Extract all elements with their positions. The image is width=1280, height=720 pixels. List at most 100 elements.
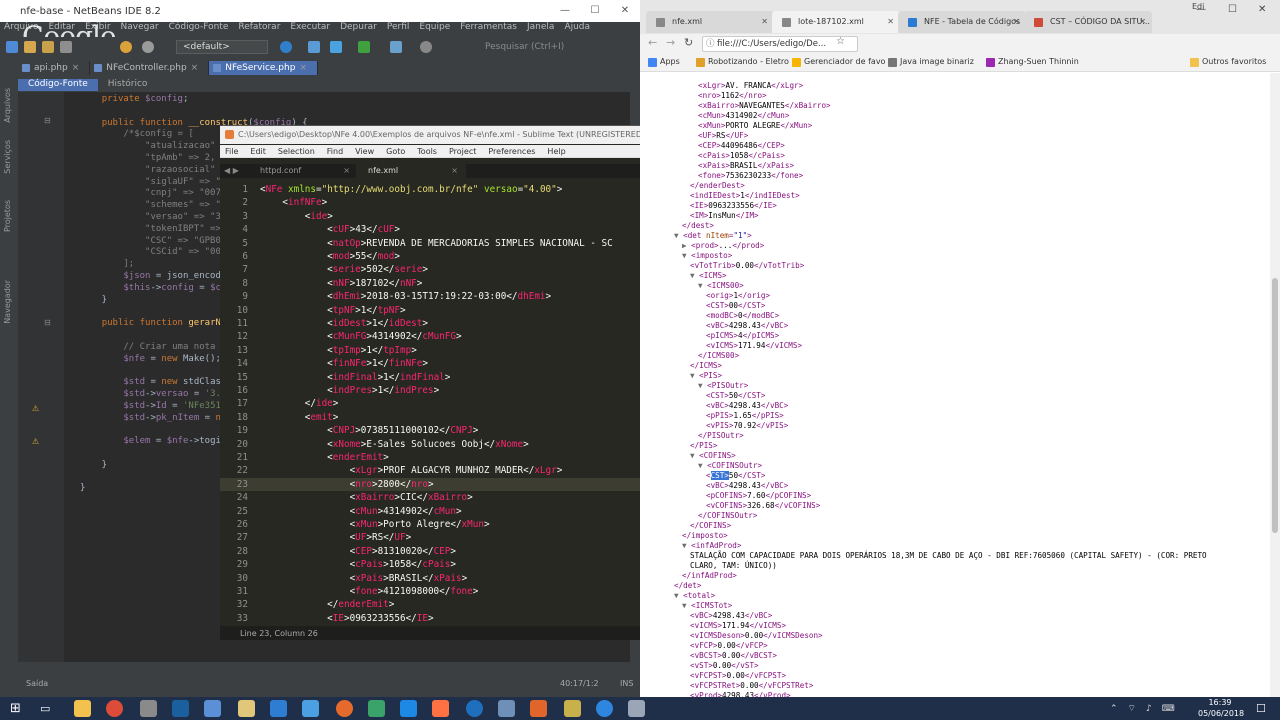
address-bar[interactable]: ⓘ file:///C:/Users/edigo/De... bbox=[702, 36, 858, 52]
firefox-icon[interactable] bbox=[336, 700, 353, 717]
menu-item[interactable]: Ferramentas bbox=[460, 22, 517, 36]
chrome-icon[interactable] bbox=[106, 700, 123, 717]
close-tab-icon[interactable]: ✕ bbox=[887, 11, 894, 33]
sublime-icon[interactable] bbox=[530, 700, 547, 717]
app-icon[interactable] bbox=[400, 700, 417, 717]
bookmark-item[interactable]: Apps bbox=[648, 57, 680, 67]
side-panel-tab[interactable]: Projetos bbox=[3, 200, 15, 232]
expand-triangle-icon[interactable]: ▶ bbox=[682, 241, 691, 250]
save-all-icon[interactable] bbox=[60, 41, 72, 53]
xml-line[interactable]: ▼ <PISOutr> bbox=[698, 381, 748, 391]
chrome-tab[interactable]: CST – CÓDIGO DA SITU... ✕ bbox=[1024, 11, 1152, 33]
start-icon[interactable]: ⊞ bbox=[10, 700, 27, 717]
scroll-thumb[interactable] bbox=[1272, 278, 1278, 533]
close-tab-icon[interactable]: × bbox=[299, 63, 307, 73]
xml-line[interactable]: ▼ <COFINSOutr> bbox=[698, 461, 762, 471]
xml-line[interactable]: ▼ <det nItem="1"> bbox=[674, 231, 752, 241]
collapse-triangle-icon[interactable]: ▼ bbox=[674, 231, 683, 240]
app-icon[interactable] bbox=[140, 700, 157, 717]
page-scrollbar[interactable] bbox=[1270, 73, 1280, 697]
browser-icon[interactable] bbox=[280, 41, 292, 53]
sublime-code-editor[interactable]: 1 <NFe xmlns="http://www.oobj.com.br/nfe"… bbox=[220, 183, 640, 625]
taskbar-clock[interactable]: 16:39 05/06/2018 bbox=[1198, 697, 1244, 720]
menu-item[interactable]: Tools bbox=[417, 145, 437, 157]
build-icon[interactable] bbox=[308, 41, 320, 53]
xml-line[interactable]: ▶ <prod>...</prod> bbox=[682, 241, 764, 251]
app-icon[interactable] bbox=[302, 700, 319, 717]
minimize-icon[interactable]: — bbox=[1196, 4, 1206, 15]
run-icon[interactable] bbox=[358, 41, 370, 53]
close-tab-icon[interactable]: × bbox=[451, 164, 458, 178]
xml-line[interactable]: ▼ <imposto> bbox=[682, 251, 732, 261]
star-icon[interactable]: ☆ bbox=[836, 36, 845, 47]
fold-minus-icon[interactable]: ⊟ bbox=[44, 318, 51, 327]
side-panel-tab[interactable]: Navegador bbox=[3, 280, 15, 324]
editor-subtab[interactable]: Código-Fonte bbox=[18, 79, 98, 91]
close-tab-icon[interactable]: × bbox=[343, 164, 350, 178]
menu-item[interactable]: Refatorar bbox=[238, 22, 280, 36]
back-icon[interactable]: ← bbox=[648, 36, 657, 49]
collapse-triangle-icon[interactable]: ▼ bbox=[690, 451, 699, 460]
app-icon[interactable] bbox=[238, 700, 255, 717]
menu-item[interactable]: Equipe bbox=[419, 22, 450, 36]
close-tab-icon[interactable]: ✕ bbox=[761, 11, 768, 33]
menu-item[interactable]: Help bbox=[547, 145, 565, 157]
xml-line[interactable]: ▼ <ICMS00> bbox=[698, 281, 744, 291]
tab-nav-arrows-icon[interactable]: ◀ ▶ bbox=[224, 164, 239, 178]
sublime-tab[interactable]: httpd.conf × bbox=[248, 164, 358, 178]
xml-line[interactable]: ▼ <infAdProd> bbox=[682, 541, 741, 551]
editor-subtab[interactable]: Histórico bbox=[98, 79, 158, 91]
close-tab-icon[interactable]: ✕ bbox=[1139, 11, 1146, 33]
menu-item[interactable]: Janela bbox=[527, 22, 554, 36]
menu-item[interactable]: Navegar bbox=[121, 22, 159, 36]
collapse-triangle-icon[interactable]: ▼ bbox=[682, 601, 691, 610]
editor-tab[interactable]: NFeController.php × bbox=[90, 61, 210, 75]
open-project-icon[interactable] bbox=[42, 41, 54, 53]
fold-minus-icon[interactable]: ⊟ bbox=[44, 116, 51, 125]
calculator-icon[interactable] bbox=[628, 700, 645, 717]
config-select[interactable]: <default> bbox=[176, 40, 268, 54]
keyboard-icon[interactable]: ⌨ bbox=[1162, 704, 1175, 714]
netbeans-search-input[interactable]: Pesquisar (Ctrl+I) bbox=[485, 40, 625, 54]
new-file-icon[interactable] bbox=[6, 41, 18, 53]
menu-item[interactable]: Goto bbox=[386, 145, 405, 157]
close-tab-icon[interactable]: × bbox=[191, 63, 199, 73]
app-icon[interactable] bbox=[204, 700, 221, 717]
xml-line[interactable]: ▼ <total> bbox=[674, 591, 715, 601]
menu-item[interactable]: Selection bbox=[278, 145, 315, 157]
new-project-icon[interactable] bbox=[24, 41, 36, 53]
side-panel-tab[interactable]: Arquivos bbox=[3, 88, 15, 123]
menu-item[interactable]: File bbox=[225, 145, 238, 157]
app-icon[interactable] bbox=[466, 700, 483, 717]
menu-item[interactable]: Executar bbox=[290, 22, 330, 36]
editor-tab[interactable]: api.php × bbox=[18, 61, 91, 75]
editor-tab[interactable]: NFeService.php × bbox=[209, 61, 318, 75]
file-explorer-icon[interactable] bbox=[74, 700, 91, 717]
menu-item[interactable]: Depurar bbox=[340, 22, 377, 36]
volume-icon[interactable]: ♪ bbox=[1146, 704, 1152, 714]
bookmark-item[interactable]: Gerenciador de favo bbox=[792, 57, 885, 67]
xml-line[interactable]: ▼ <ICMSTot> bbox=[682, 601, 732, 611]
chrome-tab[interactable]: NFE - Tabela de Códigos ✕ bbox=[898, 11, 1026, 33]
notifications-icon[interactable]: ☐ bbox=[1256, 700, 1273, 717]
redo-icon[interactable] bbox=[142, 41, 154, 53]
menu-item[interactable]: View bbox=[355, 145, 374, 157]
collapse-triangle-icon[interactable]: ▼ bbox=[698, 281, 707, 290]
maximize-icon[interactable]: ☐ bbox=[580, 0, 610, 22]
xml-line[interactable]: ▼ <ICMS> bbox=[690, 271, 727, 281]
minimize-icon[interactable]: — bbox=[550, 0, 580, 22]
app-icon[interactable] bbox=[270, 700, 287, 717]
maximize-icon[interactable]: ☐ bbox=[1228, 4, 1237, 15]
menu-item[interactable]: Project bbox=[449, 145, 476, 157]
collapse-triangle-icon[interactable]: ▼ bbox=[690, 371, 699, 380]
bookmark-item[interactable]: Robotizando - Eletro bbox=[696, 57, 789, 67]
collapse-triangle-icon[interactable]: ▼ bbox=[674, 591, 683, 600]
forward-icon[interactable]: → bbox=[666, 36, 675, 49]
menu-item[interactable]: Código-Fonte bbox=[169, 22, 229, 36]
chrome-tab-active[interactable]: lote-187102.xml ✕ bbox=[772, 11, 900, 33]
close-icon[interactable]: ✕ bbox=[610, 0, 640, 22]
menu-item[interactable]: Perfil bbox=[387, 22, 410, 36]
profile-icon[interactable] bbox=[420, 41, 432, 53]
close-tab-icon[interactable]: ✕ bbox=[1013, 11, 1020, 33]
sublime-tab-active[interactable]: nfe.xml × bbox=[356, 164, 466, 178]
